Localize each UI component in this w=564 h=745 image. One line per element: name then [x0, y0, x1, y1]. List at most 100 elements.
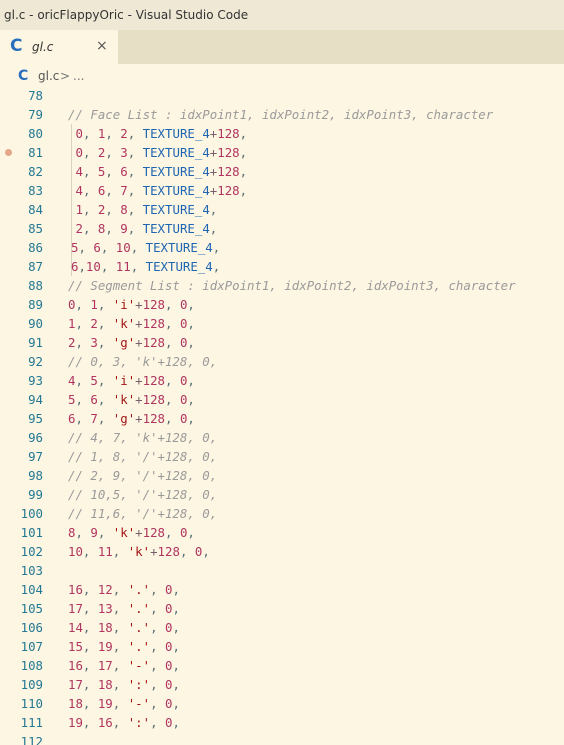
- window-title: gl.c - oricFlappyOric - Visual Studio Co…: [0, 0, 564, 30]
- code-text: 6, 7, 'g'+128, 0,: [68, 411, 195, 426]
- code-line[interactable]: 110 18, 19, '-', 0,: [0, 694, 564, 713]
- breadcrumb: C gl.c > ...: [0, 64, 564, 88]
- code-line[interactable]: 112: [0, 732, 564, 745]
- code-text: // 1, 8, '/'+128, 0,: [68, 449, 218, 464]
- line-number: 99: [28, 487, 43, 502]
- tab-gl-c[interactable]: C gl.c ×: [0, 30, 118, 64]
- line-number: 112: [20, 734, 43, 745]
- line-number: 103: [20, 563, 43, 578]
- code-text: 16, 12, '.', 0,: [68, 582, 180, 597]
- code-line[interactable]: 95 6, 7, 'g'+128, 0,: [0, 409, 564, 428]
- line-number: 108: [20, 658, 43, 673]
- code-line[interactable]: 103: [0, 561, 564, 580]
- code-line[interactable]: 96 // 4, 7, 'k'+128, 0,: [0, 428, 564, 447]
- code-text: 5, 6, 'k'+128, 0,: [68, 392, 195, 407]
- code-line[interactable]: 97 // 1, 8, '/'+128, 0,: [0, 447, 564, 466]
- code-text: 0, 1, 2, TEXTURE_4+128,: [75, 126, 248, 141]
- code-line[interactable]: 104 16, 12, '.', 0,: [0, 580, 564, 599]
- code-text: // 2, 9, '/'+128, 0,: [68, 468, 218, 483]
- code-line[interactable]: 91 2, 3, 'g'+128, 0,: [0, 333, 564, 352]
- line-number: 102: [20, 544, 43, 559]
- line-number: 90: [28, 316, 43, 331]
- code-text: 1, 2, 'k'+128, 0,: [68, 316, 195, 331]
- code-line[interactable]: 92 // 0, 3, 'k'+128, 0,: [0, 352, 564, 371]
- code-text: 14, 18, '.', 0,: [68, 620, 180, 635]
- code-text: 0, 1, 'i'+128, 0,: [68, 297, 195, 312]
- code-line[interactable]: 100 // 11,6, '/'+128, 0,: [0, 504, 564, 523]
- line-number: 98: [28, 468, 43, 483]
- code-text: 5, 6, 10, TEXTURE_4,: [70, 240, 221, 255]
- line-number: 92: [28, 354, 43, 369]
- line-number: 101: [20, 525, 43, 540]
- code-line[interactable]: 108 16, 17, '-', 0,: [0, 656, 564, 675]
- code-line[interactable]: 85 2, 8, 9, TEXTURE_4,: [0, 219, 564, 238]
- code-line[interactable]: 99 // 10,5, '/'+128, 0,: [0, 485, 564, 504]
- line-number: 105: [20, 601, 43, 616]
- breadcrumb-c-file-icon: C: [18, 68, 29, 84]
- code-line[interactable]: 80 0, 1, 2, TEXTURE_4+128,: [0, 124, 564, 143]
- code-text: // 11,6, '/'+128, 0,: [68, 506, 218, 521]
- code-line[interactable]: 82 4, 5, 6, TEXTURE_4+128,: [0, 162, 564, 181]
- line-number: 100: [20, 506, 43, 521]
- code-text: 6,10, 11, TEXTURE_4,: [70, 259, 221, 274]
- code-text: 10, 11, 'k'+128, 0,: [68, 544, 210, 559]
- line-number: 109: [20, 677, 43, 692]
- line-number: 111: [20, 715, 43, 730]
- code-line[interactable]: 109 17, 18, ':', 0,: [0, 675, 564, 694]
- code-line[interactable]: 87 6,10, 11, TEXTURE_4,: [0, 257, 564, 276]
- code-text: 0, 2, 3, TEXTURE_4+128,: [75, 145, 248, 160]
- code-line[interactable]: 94 5, 6, 'k'+128, 0,: [0, 390, 564, 409]
- breadcrumb-file[interactable]: gl.c: [38, 68, 59, 84]
- code-line[interactable]: 101 8, 9, 'k'+128, 0,: [0, 523, 564, 542]
- code-text: 4, 5, 6, TEXTURE_4+128,: [75, 164, 248, 179]
- line-number: 96: [28, 430, 43, 445]
- code-line[interactable]: 83 4, 6, 7, TEXTURE_4+128,: [0, 181, 564, 200]
- code-line[interactable]: 89 0, 1, 'i'+128, 0,: [0, 295, 564, 314]
- code-text: 2, 8, 9, TEXTURE_4,: [75, 221, 218, 236]
- code-line[interactable]: 79 // Face List : idxPoint1, idxPoint2, i…: [0, 105, 564, 124]
- c-file-icon: C: [10, 36, 23, 56]
- line-number: 97: [28, 449, 43, 464]
- code-line[interactable]: 105 17, 13, '.', 0,: [0, 599, 564, 618]
- tab-label[interactable]: gl.c: [32, 39, 53, 55]
- line-number: 107: [20, 639, 43, 654]
- code-line[interactable]: 107 15, 19, '.', 0,: [0, 637, 564, 656]
- close-icon[interactable]: ×: [96, 38, 108, 54]
- line-number: 93: [28, 373, 43, 388]
- breadcrumb-chevron-right-icon: >: [60, 69, 71, 83]
- code-text: // 10,5, '/'+128, 0,: [68, 487, 218, 502]
- line-number: 80: [28, 126, 43, 141]
- line-number: 78: [28, 88, 43, 103]
- code-text: // 4, 7, 'k'+128, 0,: [68, 430, 218, 445]
- line-number: 79: [28, 107, 43, 122]
- code-line[interactable]: 98 // 2, 9, '/'+128, 0,: [0, 466, 564, 485]
- line-number: 104: [20, 582, 43, 597]
- code-text: 8, 9, 'k'+128, 0,: [68, 525, 195, 540]
- code-line[interactable]: 78: [0, 86, 564, 105]
- code-line[interactable]: 88 // Segment List : idxPoint1, idxPoint2…: [0, 276, 564, 295]
- line-number: 85: [28, 221, 43, 236]
- code-line[interactable]: 111 19, 16, ':', 0,: [0, 713, 564, 732]
- code-text: // 0, 3, 'k'+128, 0,: [68, 354, 218, 369]
- code-text: 4, 6, 7, TEXTURE_4+128,: [75, 183, 248, 198]
- line-number: 110: [20, 696, 43, 711]
- code-editor[interactable]: 78 79 // Face List : idxPoint1, idxPoint2,…: [0, 86, 564, 745]
- code-text: 1, 2, 8, TEXTURE_4,: [75, 202, 218, 217]
- code-text: 2, 3, 'g'+128, 0,: [68, 335, 195, 350]
- code-text: 18, 19, '-', 0,: [68, 696, 180, 711]
- line-number: 89: [28, 297, 43, 312]
- code-line[interactable]: 102 10, 11, 'k'+128, 0,: [0, 542, 564, 561]
- code-line[interactable]: 90 1, 2, 'k'+128, 0,: [0, 314, 564, 333]
- code-line[interactable]: 81 0, 2, 3, TEXTURE_4+128,: [0, 143, 564, 162]
- code-line[interactable]: 84 1, 2, 8, TEXTURE_4,: [0, 200, 564, 219]
- code-line[interactable]: 93 4, 5, 'i'+128, 0,: [0, 371, 564, 390]
- code-text: 19, 16, ':', 0,: [68, 715, 180, 730]
- breadcrumb-more[interactable]: ...: [73, 68, 84, 84]
- tab-bar: C gl.c ×: [0, 30, 564, 64]
- line-number: 91: [28, 335, 43, 350]
- code-line[interactable]: 86 5, 6, 10, TEXTURE_4,: [0, 238, 564, 257]
- code-line[interactable]: 106 14, 18, '.', 0,: [0, 618, 564, 637]
- code-text: 4, 5, 'i'+128, 0,: [68, 373, 195, 388]
- code-lines: 78 79 // Face List : idxPoint1, idxPoint2,…: [0, 86, 564, 745]
- code-text: 17, 18, ':', 0,: [68, 677, 180, 692]
